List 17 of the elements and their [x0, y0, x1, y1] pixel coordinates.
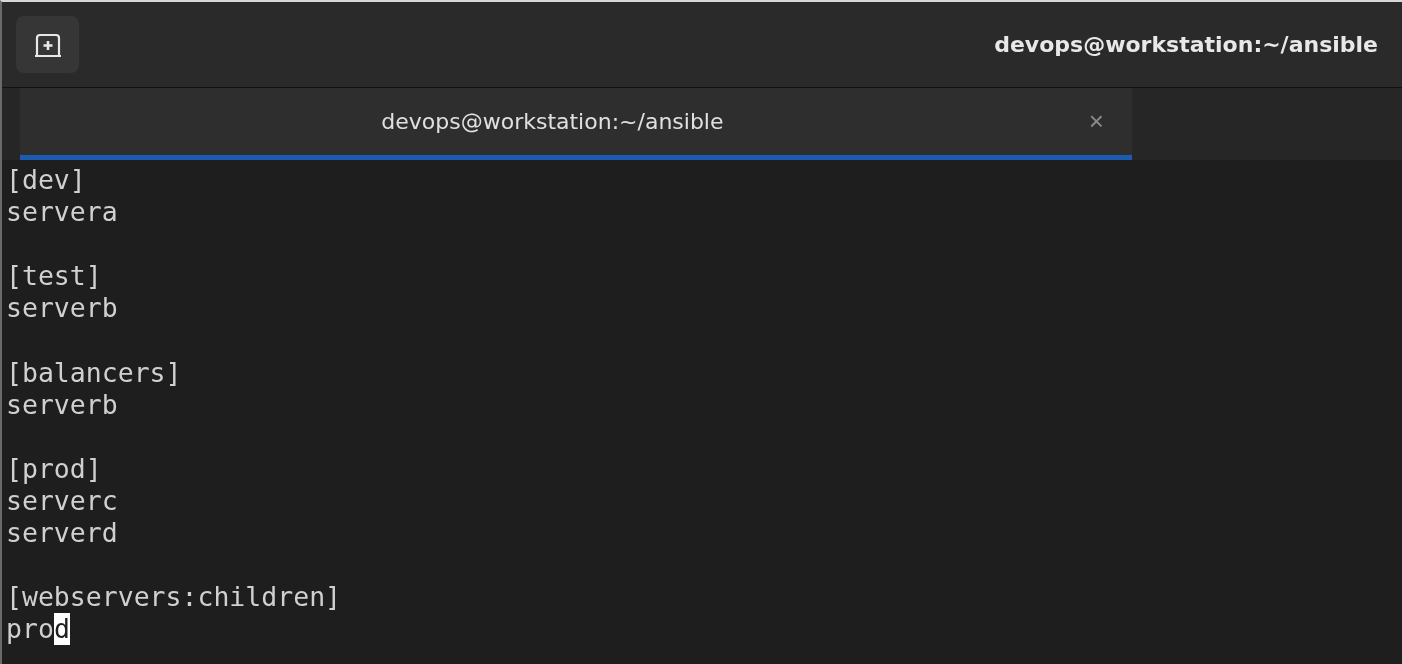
terminal-line: [prod] [6, 452, 102, 485]
terminal-line: [dev] [6, 164, 86, 197]
terminal-line: pro [6, 613, 54, 646]
terminal-line: [webservers:children] [6, 581, 342, 614]
new-tab-button[interactable] [16, 16, 79, 73]
terminal-line: serverc [6, 484, 118, 518]
window-title: devops@workstation:~/ansible [994, 32, 1378, 57]
terminal-line: servera [6, 196, 118, 229]
new-tab-icon [32, 31, 63, 58]
close-button[interactable]: × [1084, 106, 1108, 137]
terminal-line: [test] [6, 260, 102, 293]
terminal-line: serverb [6, 388, 118, 421]
terminal-line: serverd [6, 517, 118, 550]
cursor: d [53, 613, 70, 646]
terminal-line: serverb [6, 292, 118, 325]
terminal-tab[interactable]: devops@workstation:~/ansible × [20, 88, 1132, 160]
terminal-line: [balancers] [6, 356, 182, 389]
